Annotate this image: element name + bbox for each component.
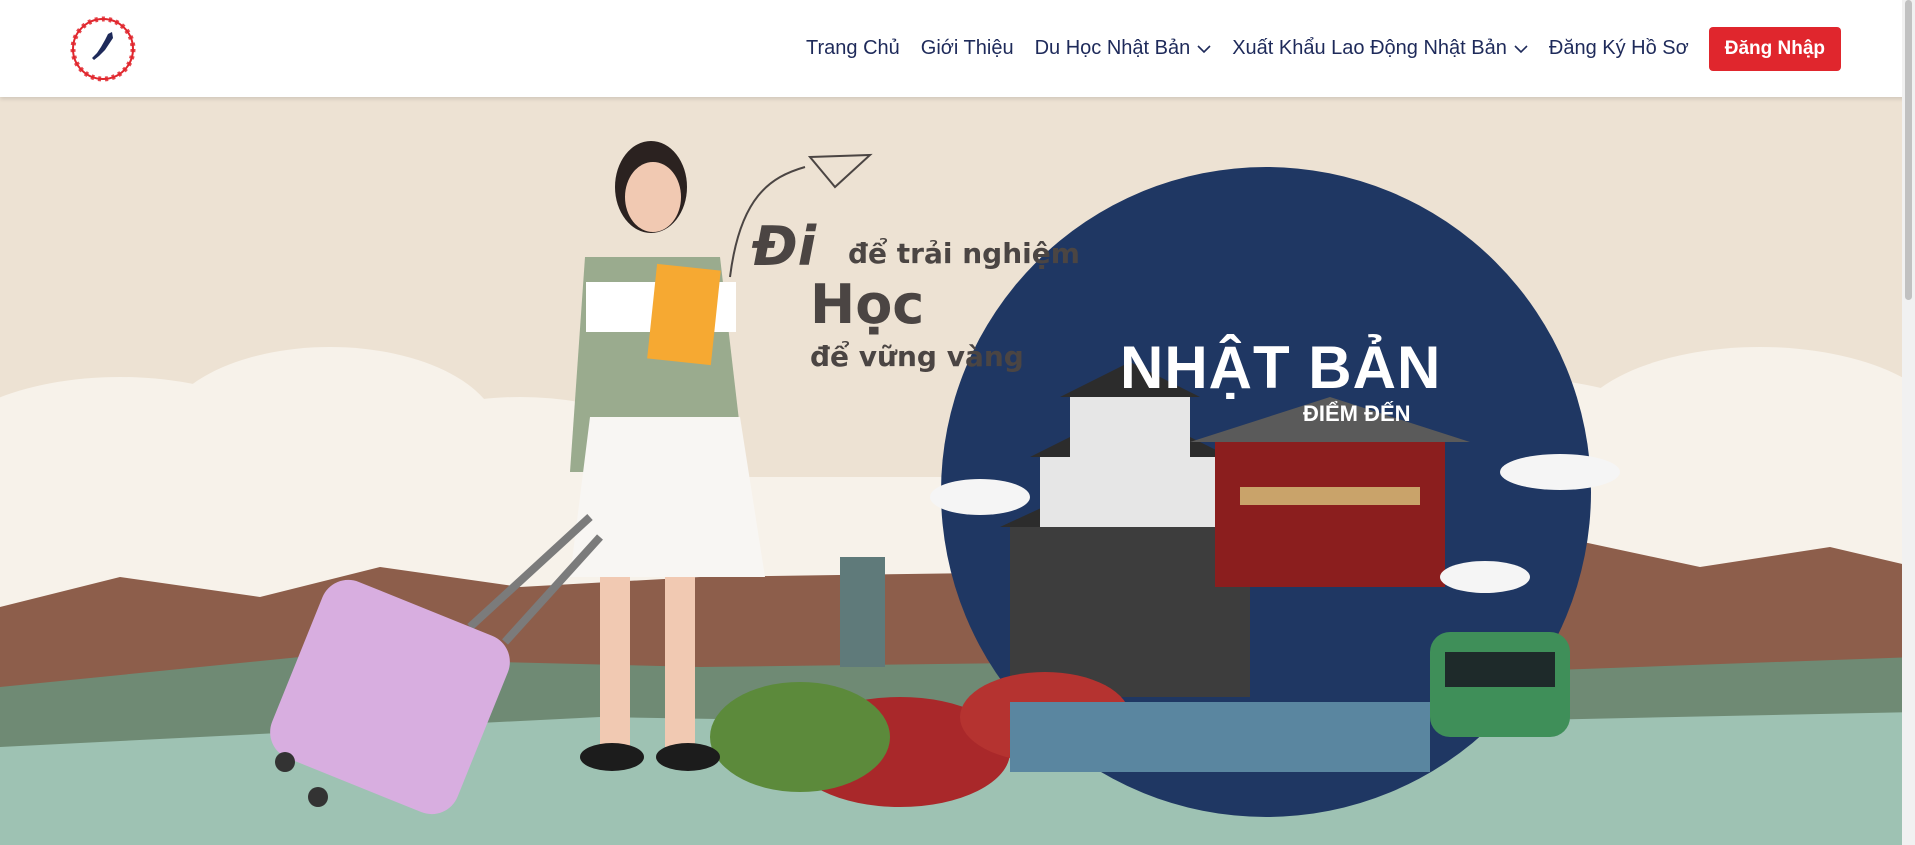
paper-plane-icon [807, 153, 873, 189]
page-scrollbar[interactable] [1902, 0, 1915, 845]
slogan-trai-nghiem: để trải nghiệm [848, 237, 1080, 270]
hero-illustration [0, 141, 1915, 845]
nav-xuat-khau[interactable]: Xuất Khẩu Lao Động Nhật Bản [1232, 37, 1528, 60]
nav-label: Du Học Nhật Bản [1034, 37, 1191, 59]
slogan-hoc: Học [810, 273, 925, 336]
hero-banner: Đi để trải nghiệm Học để vững vàng NHẬT … [0, 97, 1915, 845]
statue [840, 557, 885, 667]
nav-label: Trang Chủ [806, 37, 900, 59]
login-button[interactable]: Đăng Nhập [1708, 26, 1841, 71]
nav-du-hoc[interactable]: Du Học Nhật Bản [1035, 37, 1212, 60]
nav-label: Giới Thiệu [920, 37, 1014, 59]
scrollbar-thumb[interactable] [1905, 0, 1912, 300]
slogan-di: Đi [752, 215, 817, 278]
hello-japan-logo[interactable] [68, 14, 138, 84]
green-train [1430, 632, 1570, 737]
chevron-down-icon [1514, 44, 1528, 53]
nav-trang-chu[interactable]: Trang Chủ [806, 37, 900, 60]
chevron-down-icon [1197, 44, 1211, 53]
nav-gioi-thieu[interactable]: Giới Thiệu [921, 37, 1014, 60]
slogan-vung-vang: để vững vàng [810, 340, 1024, 373]
nav-dang-ky[interactable]: Đăng Ký Hồ Sơ [1549, 37, 1689, 60]
main-nav: Trang Chủ Giới Thiệu Du Học Nhật Bản Xuấ… [785, 0, 1841, 97]
hero-subheadline: ĐIỂM ĐẾN [1303, 401, 1411, 426]
nav-label: Xuất Khẩu Lao Động Nhật Bản [1232, 37, 1507, 59]
hero-headline: NHẬT BẢN [1120, 334, 1442, 401]
site-header: Trang Chủ Giới Thiệu Du Học Nhật Bản Xuấ… [0, 0, 1915, 97]
nav-label: Đăng Ký Hồ Sơ [1548, 37, 1689, 59]
